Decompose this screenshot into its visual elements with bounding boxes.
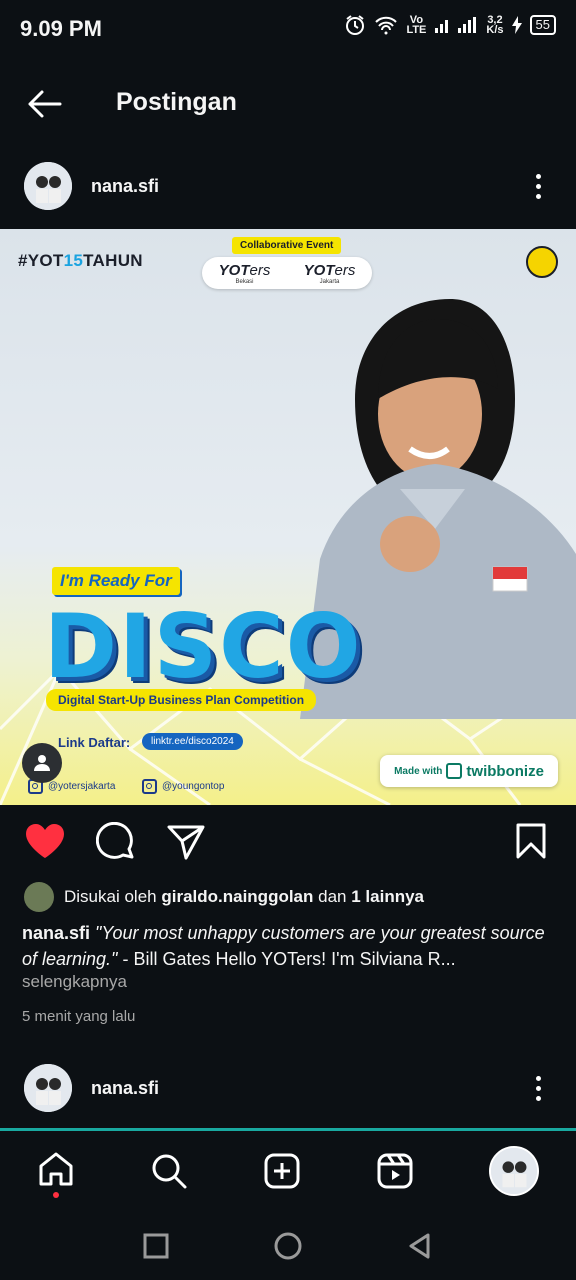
net-speed: 3,2 K/s [486,14,504,36]
notification-dot [53,1191,60,1198]
post-time: 5 menit yang lalu [22,1008,136,1025]
wifi-icon [375,16,398,35]
back-arrow-icon[interactable] [24,84,64,124]
avatar-image [24,1064,72,1112]
subtitle: Digital Start-Up Business Plan Competiti… [46,689,317,711]
post-image[interactable]: #YOT15TAHUN Collaborative Event YOTers Be… [0,229,576,805]
more-options-icon[interactable] [536,174,541,199]
create-post-icon[interactable] [263,1152,301,1190]
comment-icon[interactable] [96,822,136,862]
nav-home[interactable] [37,1150,75,1198]
home-icon [39,1152,73,1185]
link-label: Link Daftar: [58,735,131,750]
post-username[interactable]: nana.sfi [91,176,159,197]
avatar-image [490,1148,537,1194]
signal-icon [435,17,477,33]
recents-icon[interactable] [142,1232,170,1260]
ig-handle-2: @youngontop [142,779,224,794]
person-icon [34,755,50,771]
caption: nana.sfi "Your most unhappy customers ar… [22,923,545,969]
hashtag: #YOT15TAHUN [18,251,143,270]
volte-indicator: Vo LTE [406,14,427,36]
see-more-link[interactable]: selengkapnya [22,972,127,992]
charging-icon [511,16,522,34]
back-triangle-icon[interactable] [406,1232,434,1260]
instagram-icon [142,779,157,794]
ready-label: I'm Ready For [52,567,180,595]
avatar-image [24,162,72,210]
next-post-more-icon[interactable] [536,1076,541,1101]
profile-avatar[interactable] [488,1146,539,1196]
twibbonize-icon [446,763,463,779]
heart-icon[interactable] [24,822,66,860]
next-post-avatar[interactable] [24,1064,72,1112]
next-post-username[interactable]: nana.sfi [91,1078,159,1099]
collab-badge: Collaborative Event [232,237,342,254]
headline: DISCO [44,595,363,698]
home-circle-icon[interactable] [273,1231,303,1261]
system-nav [0,1212,576,1280]
search-icon[interactable] [150,1152,188,1190]
tag-people-button[interactable] [22,743,62,783]
status-icons: Vo LTE 3,2 K/s 55 [344,14,556,36]
reels-icon[interactable] [376,1152,414,1190]
yoters-logos: YOTers Bekasi YOTers Jakarta [202,257,372,289]
link-url: linktr.ee/disco2024 [142,733,243,750]
seal-logo [526,246,558,278]
bottom-nav [0,1131,576,1211]
bookmark-icon[interactable] [514,822,548,860]
likes-row[interactable]: Disukai oleh giraldo.nainggolan dan 1 la… [24,882,424,912]
status-time: 9.09 PM [20,16,102,41]
avatar[interactable] [24,162,72,210]
battery-indicator: 55 [529,15,556,35]
share-icon[interactable] [166,822,206,862]
twibbonize-badge: Made with twibbonize [380,755,558,787]
liker-avatar [24,882,54,912]
alarm-icon [346,15,365,35]
page-title: Postingan [116,88,237,116]
